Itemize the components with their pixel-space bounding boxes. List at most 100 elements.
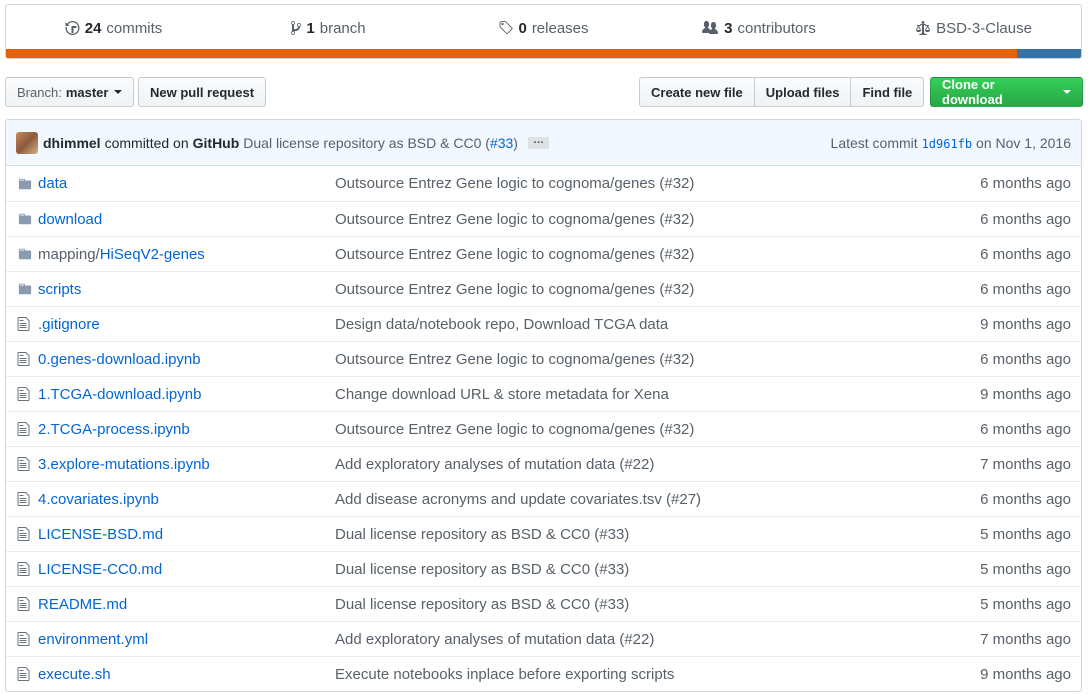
file-commit-message[interactable]: Add exploratory analyses of mutation dat… bbox=[335, 631, 951, 648]
file-row: LICENSE-BSD.md Dual license repository as… bbox=[6, 516, 1081, 551]
file-name: .gitignore bbox=[38, 315, 100, 333]
file-commit-message[interactable]: Outsource Entrez Gene logic to cognoma/g… bbox=[335, 421, 951, 438]
find-file-button[interactable]: Find file bbox=[850, 77, 925, 107]
upload-files-button[interactable]: Upload files bbox=[753, 77, 852, 107]
file-age: 5 months ago bbox=[980, 525, 1071, 543]
file-icon bbox=[6, 456, 38, 472]
releases-label: releases bbox=[531, 19, 589, 37]
file-icon bbox=[6, 316, 38, 332]
releases-link[interactable]: 0 releases bbox=[436, 20, 651, 37]
file-age: 6 months ago bbox=[980, 420, 1071, 438]
file-name-link[interactable]: .gitignore bbox=[38, 316, 335, 333]
commits-count: 24 bbox=[84, 19, 102, 37]
file-commit-message[interactable]: Outsource Entrez Gene logic to cognoma/g… bbox=[335, 281, 951, 298]
clone-or-download-button[interactable]: Clone or download bbox=[930, 77, 1083, 107]
commit-message-end: ) bbox=[513, 134, 518, 151]
contributors-count: 3 bbox=[724, 19, 733, 37]
file-name-link[interactable]: mapping/HiSeqV2-genes bbox=[38, 246, 335, 263]
file-row: environment.yml Add exploratory analyses … bbox=[6, 621, 1081, 656]
branches-count: 1 bbox=[306, 19, 315, 37]
file-name-link[interactable]: execute.sh bbox=[38, 666, 335, 683]
file-name-link[interactable]: 2.TCGA-process.ipynb bbox=[38, 421, 335, 438]
commits-link[interactable]: 24 commits bbox=[6, 20, 221, 37]
file-row: 3.explore-mutations.ipynb Add exploratory… bbox=[6, 446, 1081, 481]
file-commit-message[interactable]: Outsource Entrez Gene logic to cognoma/g… bbox=[335, 246, 951, 263]
file-commit-message[interactable]: Dual license repository as BSD & CC0 (#3… bbox=[335, 561, 951, 578]
file-name: data bbox=[38, 175, 68, 192]
file-row: 4.covariates.ipynb Add disease acronyms a… bbox=[6, 481, 1081, 516]
file-name-link[interactable]: LICENSE-CC0.md bbox=[38, 561, 335, 578]
people-icon bbox=[702, 21, 719, 34]
commit-pr-link[interactable]: #33 bbox=[490, 135, 513, 151]
branches-label: branch bbox=[319, 19, 366, 37]
file-name: 0.genes-download.ipynb bbox=[38, 350, 201, 368]
file-name-link[interactable]: environment.yml bbox=[38, 631, 335, 648]
branch-select-button[interactable]: Branch: master bbox=[5, 77, 135, 107]
file-name-link[interactable]: 0.genes-download.ipynb bbox=[38, 351, 335, 368]
commit-platform: GitHub bbox=[192, 134, 240, 151]
latest-commit-info: Latest commit 1d961fb on Nov 1, 2016 bbox=[831, 135, 1071, 151]
license-link[interactable]: BSD-3-Clause bbox=[866, 20, 1081, 37]
language-segment-secondary bbox=[1016, 49, 1081, 58]
file-name-link[interactable]: download bbox=[38, 211, 335, 228]
file-icon bbox=[6, 561, 38, 577]
file-commit-message[interactable]: Design data/notebook repo, Download TCGA… bbox=[335, 316, 951, 333]
create-new-file-button[interactable]: Create new file bbox=[639, 77, 755, 107]
law-icon bbox=[916, 21, 931, 35]
file-name-link[interactable]: scripts bbox=[38, 281, 335, 298]
file-commit-message[interactable]: Dual license repository as BSD & CC0 (#3… bbox=[335, 526, 951, 543]
file-commit-message[interactable]: Dual license repository as BSD & CC0 (#3… bbox=[335, 596, 951, 613]
find-file-label: Find file bbox=[862, 84, 913, 100]
file-row: 1.TCGA-download.ipynb Change download URL… bbox=[6, 376, 1081, 411]
file-commit-message[interactable]: Outsource Entrez Gene logic to cognoma/g… bbox=[335, 351, 951, 368]
clone-or-download-label: Clone or download bbox=[942, 77, 1003, 107]
branches-link[interactable]: 1 branch bbox=[221, 20, 436, 37]
releases-count: 0 bbox=[518, 19, 527, 37]
expand-commit-message-button[interactable]: … bbox=[527, 134, 549, 149]
create-new-file-label: Create new file bbox=[651, 84, 743, 100]
file-commit-message[interactable]: Execute notebooks inplace before exporti… bbox=[335, 666, 951, 683]
file-actions-group: Create new file Upload files Find file bbox=[639, 77, 925, 107]
contributors-link[interactable]: 3 contributors bbox=[651, 20, 866, 37]
file-name-link[interactable]: data bbox=[38, 175, 335, 192]
file-age: 6 months ago bbox=[980, 490, 1071, 508]
latest-commit-bar: dhimmel committed on GitHub Dual license… bbox=[6, 120, 1081, 166]
file-icon bbox=[6, 631, 38, 647]
file-commit-message[interactable]: Add disease acronyms and update covariat… bbox=[335, 491, 951, 508]
file-name-link[interactable]: 4.covariates.ipynb bbox=[38, 491, 335, 508]
file-name: LICENSE-BSD.md bbox=[38, 525, 164, 543]
file-name: LICENSE-CC0.md bbox=[38, 560, 163, 578]
file-commit-message[interactable]: Change download URL & store metadata for… bbox=[335, 386, 951, 403]
file-row: 2.TCGA-process.ipynb Outsource Entrez Gen… bbox=[6, 411, 1081, 446]
file-name-link[interactable]: 1.TCGA-download.ipynb bbox=[38, 386, 335, 403]
commits-label: commits bbox=[106, 19, 163, 37]
file-icon bbox=[6, 421, 38, 437]
commit-author[interactable]: dhimmel bbox=[43, 135, 101, 151]
file-row: mapping/HiSeqV2-genes Outsource Entrez Ge… bbox=[6, 236, 1081, 271]
repo-summary: 24 commits 1 branch 0 releases 3 contrib… bbox=[5, 4, 1082, 59]
file-icon bbox=[6, 351, 38, 367]
upload-files-label: Upload files bbox=[765, 84, 840, 100]
file-name: execute.sh bbox=[38, 665, 111, 683]
file-commit-message[interactable]: Outsource Entrez Gene logic to cognoma/g… bbox=[335, 211, 951, 228]
commit-sha-link[interactable]: 1d961fb bbox=[922, 137, 973, 151]
file-row: README.md Dual license repository as BSD … bbox=[6, 586, 1081, 621]
file-name: scripts bbox=[38, 280, 82, 298]
file-name-link[interactable]: LICENSE-BSD.md bbox=[38, 526, 335, 543]
file-row: 0.genes-download.ipynb Outsource Entrez G… bbox=[6, 341, 1081, 376]
file-age: 7 months ago bbox=[980, 630, 1071, 648]
file-row: download Outsource Entrez Gene logic to c… bbox=[6, 201, 1081, 236]
file-name: 4.covariates.ipynb bbox=[38, 490, 159, 508]
avatar[interactable] bbox=[16, 131, 38, 154]
commit-message[interactable]: Dual license repository as BSD & CC0 (#3… bbox=[243, 135, 518, 151]
file-age: 9 months ago bbox=[980, 665, 1071, 683]
file-age: 9 months ago bbox=[980, 315, 1071, 333]
file-age: 7 months ago bbox=[980, 455, 1071, 473]
file-commit-message[interactable]: Outsource Entrez Gene logic to cognoma/g… bbox=[335, 175, 951, 192]
file-commit-message[interactable]: Add exploratory analyses of mutation dat… bbox=[335, 456, 951, 473]
new-pull-request-button[interactable]: New pull request bbox=[138, 77, 267, 107]
file-name-link[interactable]: 3.explore-mutations.ipynb bbox=[38, 456, 335, 473]
file-row: .gitignore Design data/notebook repo, Dow… bbox=[6, 306, 1081, 341]
file-name-link[interactable]: README.md bbox=[38, 596, 335, 613]
language-bar[interactable] bbox=[6, 49, 1081, 58]
